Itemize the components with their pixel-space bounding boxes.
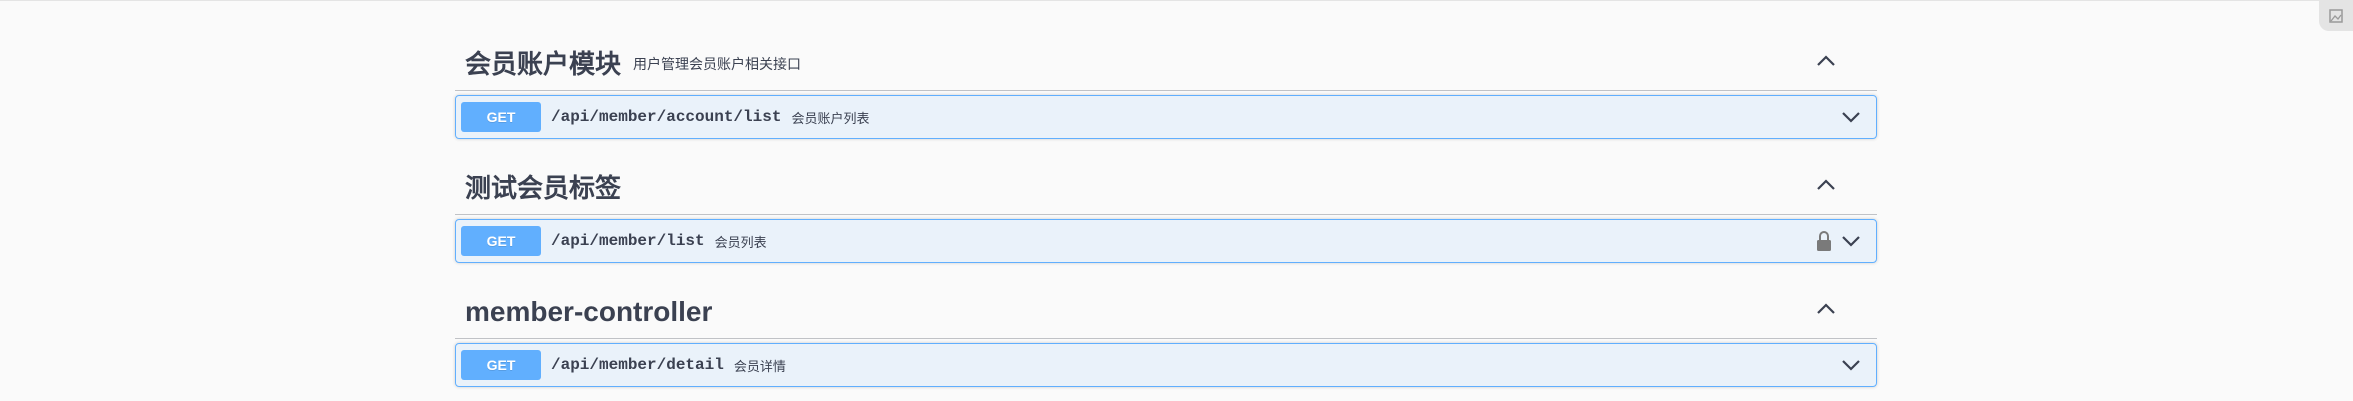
operation-path: /api/member/list (551, 232, 705, 250)
tag-title: 测试会员标签 (465, 174, 622, 204)
operation-get-member-list[interactable]: GET /api/member/list 会员列表 (455, 219, 1877, 263)
chevron-down-icon[interactable] (1840, 358, 1862, 372)
operation-get-member-detail[interactable]: GET /api/member/detail 会员详情 (455, 343, 1877, 387)
operation-path: /api/member/detail (551, 356, 724, 374)
operation-summary: 会员列表 (714, 235, 767, 251)
lock-icon[interactable] (1816, 230, 1832, 252)
tag-header[interactable]: member-controller (455, 263, 1877, 339)
tag-title: 会员账户模块 (465, 50, 622, 80)
tag-section-member-account: 会员账户模块 用户管理会员账户相关接口 GET /api/member/acco… (455, 1, 1877, 139)
tag-section-test-member-tag: 测试会员标签 GET /api/member/list 会员列表 (455, 139, 1877, 263)
chevron-down-icon[interactable] (1840, 110, 1862, 124)
operation-get-account-list[interactable]: GET /api/member/account/list 会员账户列表 (455, 95, 1877, 139)
tag-title: member-controller (465, 296, 713, 327)
chevron-down-icon[interactable] (1840, 234, 1862, 248)
method-badge: GET (461, 350, 541, 380)
tag-description: 用户管理会员账户相关接口 (633, 57, 802, 73)
chevron-up-icon[interactable] (1815, 302, 1837, 316)
api-tag-list: 会员账户模块 用户管理会员账户相关接口 GET /api/member/acco… (455, 1, 1877, 387)
method-badge: GET (461, 102, 541, 132)
chevron-up-icon[interactable] (1815, 178, 1837, 192)
tag-section-member-controller: member-controller GET /api/member/detail… (455, 263, 1877, 387)
tag-header[interactable]: 会员账户模块 用户管理会员账户相关接口 (455, 1, 1877, 91)
image-icon[interactable] (2319, 1, 2353, 31)
operation-summary: 会员账户列表 (791, 111, 870, 127)
method-badge: GET (461, 226, 541, 256)
chevron-up-icon[interactable] (1815, 54, 1837, 68)
operation-summary: 会员详情 (733, 359, 786, 375)
tag-header[interactable]: 测试会员标签 (455, 139, 1877, 215)
operation-path: /api/member/account/list (551, 108, 782, 126)
